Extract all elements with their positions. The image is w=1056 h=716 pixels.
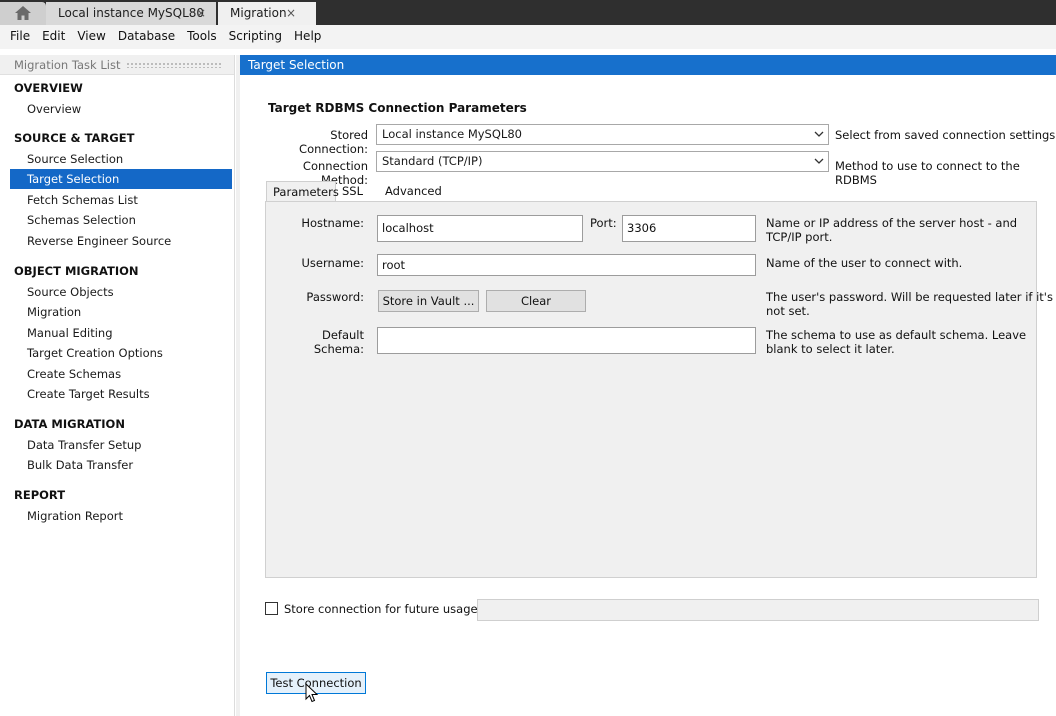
hostname-desc-line1: Name or IP address of the server host - … <box>766 216 1018 230</box>
store-connection-checkbox[interactable] <box>265 602 278 615</box>
tab-migration[interactable]: Migration × <box>218 2 316 25</box>
menu-view[interactable]: View <box>71 25 111 49</box>
password-label: Password: <box>306 290 364 304</box>
default-schema-desc-line1: The schema to use as default schema. Lea… <box>766 328 1027 342</box>
tab-close-icon[interactable]: × <box>286 2 296 24</box>
section-object-migration: OBJECT MIGRATION <box>14 264 139 278</box>
menu-help[interactable]: Help <box>288 25 327 49</box>
tab-advanced[interactable]: Advanced <box>379 181 448 202</box>
connection-method-desc: Method to use to connect to the RDBMS <box>835 159 1020 187</box>
task-schemas-selection[interactable]: Schemas Selection <box>10 210 232 230</box>
task-reverse-engineer-source[interactable]: Reverse Engineer Source <box>10 231 232 251</box>
task-list-header: Migration Task List <box>0 55 234 75</box>
menu-bar: File Edit View Database Tools Scripting … <box>0 25 1056 49</box>
task-list-title: Migration Task List <box>14 57 121 72</box>
clear-password-button[interactable]: Clear <box>486 290 586 312</box>
password-desc-line2: not set. <box>766 304 810 318</box>
home-icon <box>15 6 31 20</box>
task-bulk-data-transfer[interactable]: Bulk Data Transfer <box>10 455 232 475</box>
mouse-cursor-icon <box>305 683 319 703</box>
menu-database[interactable]: Database <box>112 25 181 49</box>
tab-close-icon[interactable]: × <box>196 2 206 24</box>
document-tab-strip: Local instance MySQL80 × Migration × <box>0 0 1056 25</box>
stored-connection-desc: Select from saved connection settings <box>835 128 1056 142</box>
page-title: Target Selection <box>240 55 1056 75</box>
menu-scripting[interactable]: Scripting <box>223 25 288 49</box>
menu-file[interactable]: File <box>0 25 36 49</box>
home-tab[interactable] <box>0 2 46 25</box>
hostname-label: Hostname: <box>301 216 364 230</box>
section-report: REPORT <box>14 488 66 502</box>
task-create-schemas[interactable]: Create Schemas <box>10 364 232 384</box>
default-schema-field[interactable] <box>377 327 756 354</box>
task-migration[interactable]: Migration <box>10 302 232 322</box>
chevron-down-icon <box>814 131 824 137</box>
tab-parameters[interactable]: Parameters <box>266 181 339 202</box>
store-in-vault-button[interactable]: Store in Vault ... <box>378 290 479 312</box>
connection-method-select[interactable]: Standard (TCP/IP) <box>376 151 829 172</box>
section-overview: OVERVIEW <box>14 81 83 95</box>
store-connection-label: Store connection for future usage as <box>284 602 495 616</box>
task-data-transfer-setup[interactable]: Data Transfer Setup <box>10 435 232 455</box>
task-target-creation-options[interactable]: Target Creation Options <box>10 343 232 363</box>
connection-group-title: Target RDBMS Connection Parameters <box>268 101 527 115</box>
section-data-migration: DATA MIGRATION <box>14 417 125 431</box>
stored-connection-select[interactable]: Local instance MySQL80 <box>376 124 829 145</box>
username-field[interactable]: root <box>377 254 756 276</box>
menu-tools[interactable]: Tools <box>181 25 223 49</box>
menu-edit[interactable]: Edit <box>36 25 71 49</box>
port-label: Port: <box>590 216 617 230</box>
header-grip <box>126 61 222 68</box>
stored-connection-label: Stored Connection: <box>299 128 368 156</box>
task-target-selection[interactable]: Target Selection <box>10 169 232 189</box>
stored-connection-value: Local instance MySQL80 <box>382 127 522 141</box>
task-source-objects[interactable]: Source Objects <box>10 282 232 302</box>
port-field[interactable]: 3306 <box>622 215 756 242</box>
task-migration-report[interactable]: Migration Report <box>10 506 232 526</box>
section-source-target: SOURCE & TARGET <box>14 131 135 145</box>
username-desc: Name of the user to connect with. <box>766 256 963 270</box>
store-connection-name-field[interactable] <box>477 599 1039 621</box>
task-source-selection[interactable]: Source Selection <box>10 149 232 169</box>
default-schema-label: Default Schema: <box>313 328 364 356</box>
default-schema-desc-line2: blank to select it later. <box>766 342 895 356</box>
username-label: Username: <box>301 256 365 270</box>
tab-local-instance[interactable]: Local instance MySQL80 × <box>46 2 216 25</box>
connection-method-value: Standard (TCP/IP) <box>382 154 483 168</box>
task-create-target-results[interactable]: Create Target Results <box>10 384 232 404</box>
tab-label: Local instance MySQL80 <box>58 6 205 20</box>
task-overview[interactable]: Overview <box>10 99 232 119</box>
chevron-down-icon <box>814 158 824 164</box>
task-fetch-schemas-list[interactable]: Fetch Schemas List <box>10 190 232 210</box>
password-desc-line1: The user's password. Will be requested l… <box>766 290 1053 304</box>
task-manual-editing[interactable]: Manual Editing <box>10 323 232 343</box>
tab-label: Migration <box>230 6 287 20</box>
migration-task-list: Migration Task List OVERVIEW Overview SO… <box>0 55 235 716</box>
hostname-desc-line2: TCP/IP port. <box>766 230 833 244</box>
tab-ssl[interactable]: SSL <box>336 181 369 202</box>
splitter[interactable] <box>236 55 240 716</box>
hostname-field[interactable]: localhost <box>377 215 583 242</box>
